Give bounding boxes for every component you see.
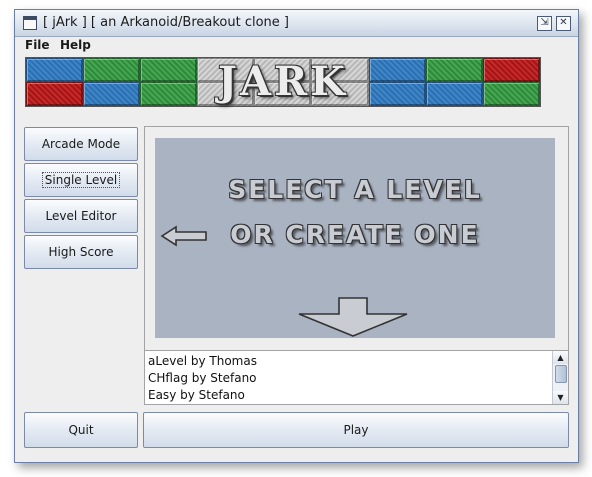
- high-score-button[interactable]: High Score: [24, 235, 138, 269]
- banner-brick: [83, 58, 141, 82]
- quit-button[interactable]: Quit: [24, 412, 138, 448]
- banner-brick: [482, 82, 540, 106]
- banner-brick: [26, 58, 84, 82]
- single-level-button[interactable]: Single Level: [24, 163, 138, 197]
- banner-brick: [425, 82, 483, 106]
- banner-brick: [368, 82, 426, 106]
- banner-brick: [26, 82, 84, 106]
- banner-brick: [425, 58, 483, 82]
- left-arrow-icon: [160, 225, 207, 247]
- list-item[interactable]: CHflag by Stefano: [148, 371, 257, 385]
- scroll-thumb[interactable]: [555, 365, 567, 383]
- scroll-up-icon[interactable]: ▲: [553, 351, 568, 364]
- quit-label: Quit: [68, 423, 94, 437]
- banner-brick: [140, 58, 198, 82]
- list-item[interactable]: aLevel by Thomas: [148, 354, 257, 368]
- menu-help[interactable]: Help: [60, 38, 91, 52]
- banner-brick: [368, 58, 426, 82]
- play-button[interactable]: Play: [143, 412, 569, 448]
- play-label: Play: [343, 423, 369, 437]
- down-arrow-icon: [298, 297, 408, 337]
- scroll-down-icon[interactable]: ▼: [553, 391, 568, 404]
- maximize-button[interactable]: ⇲: [537, 16, 552, 31]
- level-editor-button[interactable]: Level Editor: [24, 199, 138, 233]
- level-editor-label: Level Editor: [45, 209, 117, 223]
- arcade-mode-label: Arcade Mode: [41, 137, 121, 151]
- level-list[interactable]: aLevel by Thomas CHflag by Stefano Easy …: [144, 350, 569, 405]
- list-scrollbar[interactable]: ▲ ▼: [552, 351, 568, 404]
- window-title: [ jArk ] [ an Arkanoid/Breakout clone ]: [43, 15, 289, 30]
- menu-bar: File Help: [15, 37, 578, 55]
- banner-brick: [83, 82, 141, 106]
- banner-brick: [482, 58, 540, 82]
- preview-line-2: OR CREATE ONE: [230, 220, 480, 249]
- window-icon[interactable]: [23, 16, 37, 30]
- close-button[interactable]: ✕: [556, 16, 571, 31]
- banner-brick: [140, 82, 198, 106]
- jark-logo: JARK: [218, 57, 348, 105]
- list-item[interactable]: Easy by Stefano: [148, 388, 245, 402]
- high-score-label: High Score: [48, 245, 114, 259]
- menu-file[interactable]: File: [25, 38, 50, 52]
- single-level-label: Single Level: [41, 172, 121, 188]
- level-preview: SELECT A LEVEL OR CREATE ONE: [155, 138, 555, 338]
- preview-line-1: SELECT A LEVEL: [228, 175, 482, 204]
- arcade-mode-button[interactable]: Arcade Mode: [24, 127, 138, 161]
- title-bar[interactable]: [ jArk ] [ an Arkanoid/Breakout clone ] …: [15, 10, 578, 37]
